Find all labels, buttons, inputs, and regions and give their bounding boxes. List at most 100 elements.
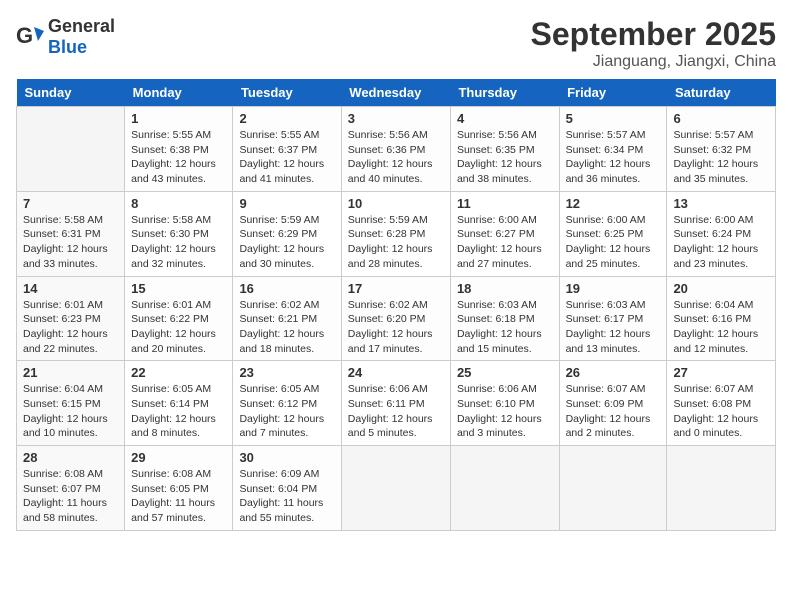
day-info: Sunrise: 6:04 AMSunset: 6:16 PMDaylight:…: [673, 298, 769, 357]
day-info: Sunrise: 6:01 AMSunset: 6:22 PMDaylight:…: [131, 298, 226, 357]
day-cell-15: 15 Sunrise: 6:01 AMSunset: 6:22 PMDayligh…: [125, 276, 233, 361]
day-info: Sunrise: 6:04 AMSunset: 6:15 PMDaylight:…: [23, 382, 118, 441]
empty-cell: [341, 446, 450, 531]
logo-general-text: General: [48, 16, 115, 36]
day-info: Sunrise: 6:05 AMSunset: 6:12 PMDaylight:…: [239, 382, 334, 441]
day-info: Sunrise: 5:56 AMSunset: 6:35 PMDaylight:…: [457, 128, 553, 187]
day-number: 8: [131, 196, 226, 211]
weekday-header-monday: Monday: [125, 79, 233, 107]
day-number: 26: [566, 365, 661, 380]
day-number: 28: [23, 450, 118, 465]
weekday-header-friday: Friday: [559, 79, 667, 107]
weekday-header-thursday: Thursday: [450, 79, 559, 107]
day-info: Sunrise: 6:03 AMSunset: 6:18 PMDaylight:…: [457, 298, 553, 357]
day-number: 7: [23, 196, 118, 211]
day-number: 29: [131, 450, 226, 465]
weekday-header-sunday: Sunday: [17, 79, 125, 107]
day-number: 13: [673, 196, 769, 211]
location: Jianguang, Jiangxi, China: [531, 53, 776, 71]
day-cell-17: 17Sunrise: 6:02 AMSunset: 6:20 PMDayligh…: [341, 276, 450, 361]
weekday-header-row: SundayMondayTuesdayWednesdayThursdayFrid…: [17, 79, 776, 107]
day-number: 30: [239, 450, 334, 465]
day-number: 27: [673, 365, 769, 380]
day-info: Sunrise: 5:55 AMSunset: 6:37 PMDaylight:…: [239, 128, 334, 187]
day-info: Sunrise: 5:59 AMSunset: 6:29 PMDaylight:…: [239, 213, 334, 272]
empty-cell: [450, 446, 559, 531]
title-area: September 2025 Jianguang, Jiangxi, China: [531, 16, 776, 71]
day-number: 16: [239, 281, 334, 296]
day-info: Sunrise: 5:57 AMSunset: 6:32 PMDaylight:…: [673, 128, 769, 187]
day-number: 20: [673, 281, 769, 296]
week-row-2: 7 Sunrise: 5:58 AMSunset: 6:31 PMDaylight…: [17, 191, 776, 276]
day-cell-7: 7 Sunrise: 5:58 AMSunset: 6:31 PMDaylight…: [17, 191, 125, 276]
day-cell-2: 2 Sunrise: 5:55 AMSunset: 6:37 PMDaylight…: [233, 107, 341, 192]
day-number: 2: [239, 111, 334, 126]
empty-cell: [17, 107, 125, 192]
day-cell-14: 14 Sunrise: 6:01 AMSunset: 6:23 PMDayligh…: [17, 276, 125, 361]
calendar-table: SundayMondayTuesdayWednesdayThursdayFrid…: [16, 79, 776, 531]
day-cell-30: 30 Sunrise: 6:09 AMSunset: 6:04 PMDayligh…: [233, 446, 341, 531]
day-cell-6: 6 Sunrise: 5:57 AMSunset: 6:32 PMDaylight…: [667, 107, 776, 192]
day-cell-3: 3 Sunrise: 5:56 AMSunset: 6:36 PMDaylight…: [341, 107, 450, 192]
day-info: Sunrise: 6:06 AMSunset: 6:11 PMDaylight:…: [348, 382, 444, 441]
day-number: 9: [239, 196, 334, 211]
day-number: 4: [457, 111, 553, 126]
day-info: Sunrise: 6:09 AMSunset: 6:04 PMDaylight:…: [239, 467, 334, 526]
week-row-4: 21Sunrise: 6:04 AMSunset: 6:15 PMDayligh…: [17, 361, 776, 446]
day-cell-10: 10 Sunrise: 5:59 AMSunset: 6:28 PMDayligh…: [341, 191, 450, 276]
day-info: Sunrise: 6:00 AMSunset: 6:24 PMDaylight:…: [673, 213, 769, 272]
day-number: 14: [23, 281, 118, 296]
day-info: Sunrise: 6:05 AMSunset: 6:14 PMDaylight:…: [131, 382, 226, 441]
day-number: 24: [348, 365, 444, 380]
day-number: 5: [566, 111, 661, 126]
empty-cell: [559, 446, 667, 531]
logo: G General Blue: [16, 16, 115, 58]
day-number: 12: [566, 196, 661, 211]
day-number: 3: [348, 111, 444, 126]
day-cell-29: 29Sunrise: 6:08 AMSunset: 6:05 PMDayligh…: [125, 446, 233, 531]
week-row-1: 1 Sunrise: 5:55 AMSunset: 6:38 PMDaylight…: [17, 107, 776, 192]
day-cell-8: 8Sunrise: 5:58 AMSunset: 6:30 PMDaylight…: [125, 191, 233, 276]
day-number: 22: [131, 365, 226, 380]
day-info: Sunrise: 5:59 AMSunset: 6:28 PMDaylight:…: [348, 213, 444, 272]
day-cell-9: 9 Sunrise: 5:59 AMSunset: 6:29 PMDaylight…: [233, 191, 341, 276]
day-number: 19: [566, 281, 661, 296]
day-cell-26: 26 Sunrise: 6:07 AMSunset: 6:09 PMDayligh…: [559, 361, 667, 446]
day-cell-28: 28Sunrise: 6:08 AMSunset: 6:07 PMDayligh…: [17, 446, 125, 531]
day-cell-25: 25Sunrise: 6:06 AMSunset: 6:10 PMDayligh…: [450, 361, 559, 446]
week-row-5: 28Sunrise: 6:08 AMSunset: 6:07 PMDayligh…: [17, 446, 776, 531]
day-info: Sunrise: 6:07 AMSunset: 6:09 PMDaylight:…: [566, 382, 661, 441]
day-number: 10: [348, 196, 444, 211]
day-number: 15: [131, 281, 226, 296]
day-cell-12: 12Sunrise: 6:00 AMSunset: 6:25 PMDayligh…: [559, 191, 667, 276]
weekday-header-wednesday: Wednesday: [341, 79, 450, 107]
day-cell-20: 20 Sunrise: 6:04 AMSunset: 6:16 PMDayligh…: [667, 276, 776, 361]
day-cell-4: 4 Sunrise: 5:56 AMSunset: 6:35 PMDaylight…: [450, 107, 559, 192]
day-cell-1: 1 Sunrise: 5:55 AMSunset: 6:38 PMDaylight…: [125, 107, 233, 192]
day-info: Sunrise: 5:56 AMSunset: 6:36 PMDaylight:…: [348, 128, 444, 187]
week-row-3: 14 Sunrise: 6:01 AMSunset: 6:23 PMDayligh…: [17, 276, 776, 361]
day-cell-5: 5Sunrise: 5:57 AMSunset: 6:34 PMDaylight…: [559, 107, 667, 192]
day-cell-19: 19 Sunrise: 6:03 AMSunset: 6:17 PMDayligh…: [559, 276, 667, 361]
day-cell-23: 23Sunrise: 6:05 AMSunset: 6:12 PMDayligh…: [233, 361, 341, 446]
day-info: Sunrise: 5:55 AMSunset: 6:38 PMDaylight:…: [131, 128, 226, 187]
day-number: 25: [457, 365, 553, 380]
day-cell-22: 22 Sunrise: 6:05 AMSunset: 6:14 PMDayligh…: [125, 361, 233, 446]
day-info: Sunrise: 6:03 AMSunset: 6:17 PMDaylight:…: [566, 298, 661, 357]
weekday-header-tuesday: Tuesday: [233, 79, 341, 107]
header: G General Blue September 2025 Jianguang,…: [16, 16, 776, 71]
day-number: 1: [131, 111, 226, 126]
logo-blue-text: Blue: [48, 37, 87, 57]
day-number: 6: [673, 111, 769, 126]
svg-text:G: G: [16, 23, 33, 48]
empty-cell: [667, 446, 776, 531]
day-cell-16: 16 Sunrise: 6:02 AMSunset: 6:21 PMDayligh…: [233, 276, 341, 361]
weekday-header-saturday: Saturday: [667, 79, 776, 107]
day-number: 18: [457, 281, 553, 296]
day-info: Sunrise: 6:02 AMSunset: 6:21 PMDaylight:…: [239, 298, 334, 357]
day-info: Sunrise: 5:58 AMSunset: 6:31 PMDaylight:…: [23, 213, 118, 272]
day-info: Sunrise: 6:00 AMSunset: 6:27 PMDaylight:…: [457, 213, 553, 272]
day-cell-11: 11Sunrise: 6:00 AMSunset: 6:27 PMDayligh…: [450, 191, 559, 276]
day-cell-27: 27Sunrise: 6:07 AMSunset: 6:08 PMDayligh…: [667, 361, 776, 446]
day-info: Sunrise: 6:01 AMSunset: 6:23 PMDaylight:…: [23, 298, 118, 357]
